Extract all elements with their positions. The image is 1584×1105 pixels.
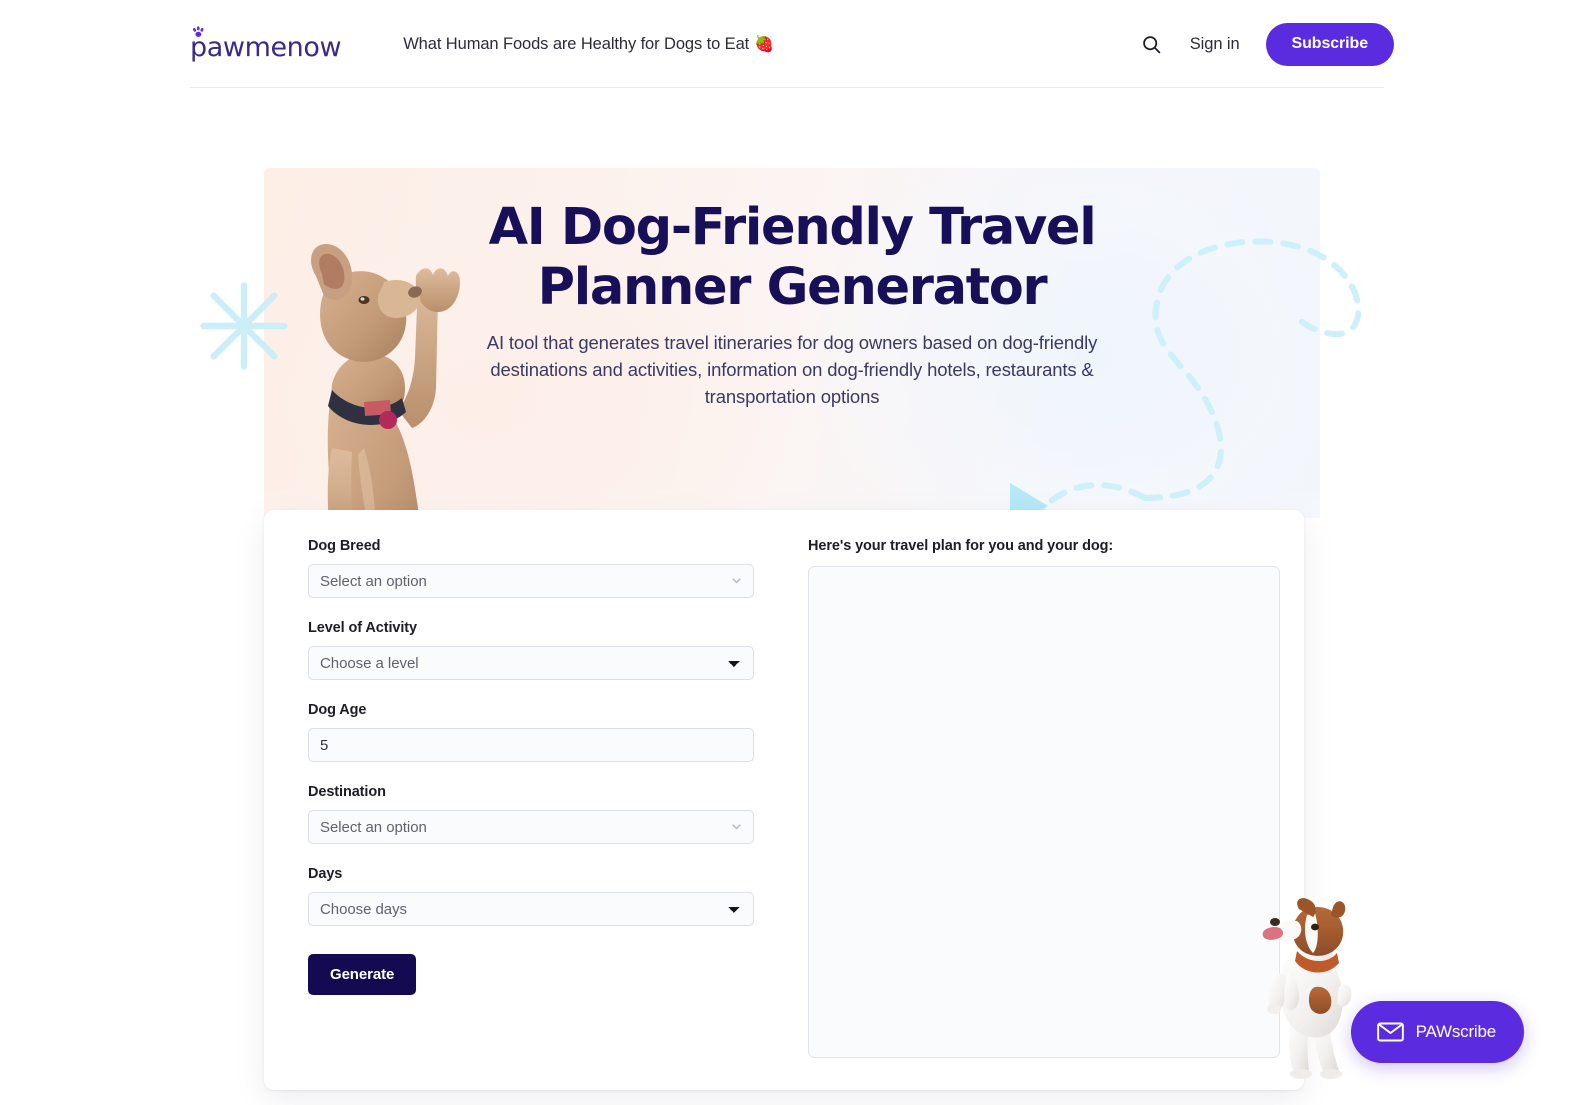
pawscribe-widget[interactable]: PAWscribe <box>1350 1001 1524 1063</box>
hero-title-line-1: AI Dog-Friendly Travel <box>488 198 1097 257</box>
field-dog-age: Dog Age <box>308 702 754 762</box>
paw-print-icon <box>193 25 204 37</box>
field-days: Days Choose days <box>308 866 754 926</box>
generate-button[interactable]: Generate <box>308 954 417 995</box>
site-header: pawmenow What Human Foods are Healthy fo… <box>0 0 1584 88</box>
subscribe-button[interactable]: Subscribe <box>1265 22 1394 66</box>
field-destination: Destination Select an option <box>308 784 754 844</box>
level-of-activity-select[interactable]: Choose a level <box>308 646 754 680</box>
nav-link-label: What Human Foods are Healthy for Dogs to… <box>403 35 750 53</box>
field-label-level-of-activity: Level of Activity <box>308 620 417 636</box>
generator-output: Here's your travel plan for you and your… <box>808 538 1280 1063</box>
envelope-icon <box>1376 1022 1404 1042</box>
hero-section: AI Dog-Friendly Travel Planner Generator… <box>0 88 1584 518</box>
generator-card: Dog Breed Select an option Level of Acti… <box>264 510 1304 1090</box>
hero-title: AI Dog-Friendly Travel Planner Generator <box>0 198 1584 318</box>
travel-plan-textarea[interactable] <box>808 566 1280 1058</box>
days-select[interactable]: Choose days <box>308 892 754 926</box>
output-label: Here's your travel plan for you and your… <box>808 538 1114 554</box>
site-logo[interactable]: pawmenow <box>190 25 342 63</box>
field-label-destination: Destination <box>308 784 386 800</box>
destination-combobox[interactable]: Select an option <box>308 810 754 844</box>
hero-title-line-2: Planner Generator <box>537 258 1048 317</box>
search-icon[interactable] <box>1140 32 1164 56</box>
generator-form: Dog Breed Select an option Level of Acti… <box>308 538 754 995</box>
jack-russell-standing-image <box>1262 898 1352 1079</box>
dog-breed-combobox[interactable]: Select an option <box>308 564 754 598</box>
nav-link-human-foods[interactable]: What Human Foods are Healthy for Dogs to… <box>403 34 774 54</box>
strawberry-emoji-icon: 🍓 <box>754 36 774 53</box>
page-root: pawmenow What Human Foods are Healthy fo… <box>0 0 1584 1105</box>
logo-text: pawmenow <box>190 31 342 63</box>
field-level-of-activity: Level of Activity Choose a level <box>308 620 754 680</box>
destination-value: Select an option <box>320 818 427 836</box>
dog-raising-paw-image <box>311 244 460 518</box>
sign-in-link[interactable]: Sign in <box>1190 35 1240 54</box>
field-label-dog-breed: Dog Breed <box>308 538 381 554</box>
field-label-days: Days <box>308 866 343 882</box>
dog-age-input[interactable] <box>308 728 754 762</box>
header-divider <box>190 87 1384 88</box>
field-dog-breed: Dog Breed Select an option <box>308 538 754 598</box>
chevron-down-icon <box>732 578 741 584</box>
pawscribe-label: PAWscribe <box>1415 1022 1497 1041</box>
dog-breed-value: Select an option <box>320 572 427 590</box>
chevron-down-icon <box>732 824 741 830</box>
hero-subtitle: AI tool that generates travel itinerarie… <box>486 332 1098 407</box>
field-label-dog-age: Dog Age <box>308 702 367 718</box>
